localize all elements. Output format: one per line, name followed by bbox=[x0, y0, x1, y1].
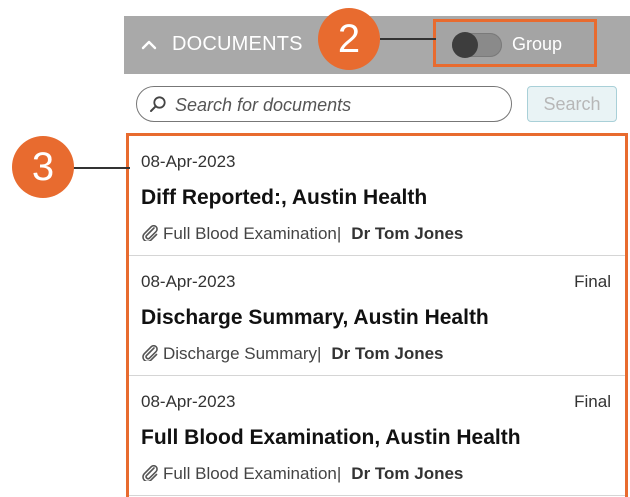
document-type: Discharge Summary| bbox=[163, 344, 322, 363]
document-author: Dr Tom Jones bbox=[351, 464, 464, 483]
group-toggle[interactable] bbox=[452, 32, 502, 58]
document-meta: Full Blood Examination| Dr Tom Jones bbox=[141, 224, 463, 244]
paperclip-icon bbox=[141, 224, 159, 243]
documents-panel: DOCUMENTS Group Search for documents Sea… bbox=[124, 0, 630, 497]
document-author: Dr Tom Jones bbox=[331, 344, 444, 363]
callout-3-leader-line bbox=[66, 167, 130, 169]
search-row: Search bbox=[124, 74, 630, 136]
callout-2-leader-line bbox=[380, 38, 436, 40]
callout-3-badge: 3 bbox=[12, 136, 74, 198]
paperclip-icon bbox=[141, 344, 159, 363]
list-item[interactable]: 08-Apr-2023 Final Full Blood Examination… bbox=[129, 376, 625, 496]
document-date: 08-Apr-2023 bbox=[141, 152, 236, 171]
search-button[interactable]: Search bbox=[527, 86, 617, 122]
document-title[interactable]: Discharge Summary, Austin Health bbox=[141, 306, 489, 330]
list-item[interactable]: 08-Apr-2023 Final Discharge Summary, Aus… bbox=[129, 256, 625, 376]
document-author: Dr Tom Jones bbox=[351, 224, 464, 243]
panel-top-spacer bbox=[124, 0, 630, 16]
document-title[interactable]: Full Blood Examination, Austin Health bbox=[141, 426, 521, 450]
document-meta: Full Blood Examination| Dr Tom Jones bbox=[141, 464, 463, 484]
group-toggle-label: Group bbox=[512, 34, 563, 54]
document-status: Final bbox=[574, 392, 611, 411]
group-toggle-container: Group bbox=[433, 19, 597, 67]
document-type: Full Blood Examination| bbox=[163, 224, 342, 243]
document-list: 08-Apr-2023 Diff Reported:, Austin Healt… bbox=[126, 133, 628, 497]
paperclip-icon bbox=[141, 464, 159, 483]
document-date: 08-Apr-2023 bbox=[141, 272, 236, 291]
list-item[interactable]: 08-Apr-2023 Diff Reported:, Austin Healt… bbox=[129, 136, 625, 256]
search-input[interactable] bbox=[173, 91, 497, 119]
documents-title: DOCUMENTS bbox=[172, 33, 303, 55]
document-meta: Discharge Summary| Dr Tom Jones bbox=[141, 344, 444, 364]
document-status: Final bbox=[574, 272, 611, 291]
document-date: 08-Apr-2023 bbox=[141, 392, 236, 411]
document-title[interactable]: Diff Reported:, Austin Health bbox=[141, 186, 427, 210]
toggle-knob bbox=[452, 32, 478, 58]
chevron-up-icon[interactable] bbox=[140, 36, 158, 54]
callout-2-badge: 2 bbox=[318, 8, 380, 70]
search-icon bbox=[149, 95, 167, 113]
search-field[interactable] bbox=[136, 86, 512, 122]
document-type: Full Blood Examination| bbox=[163, 464, 342, 483]
screenshot-stage: DOCUMENTS Group Search for documents Sea… bbox=[0, 0, 630, 497]
